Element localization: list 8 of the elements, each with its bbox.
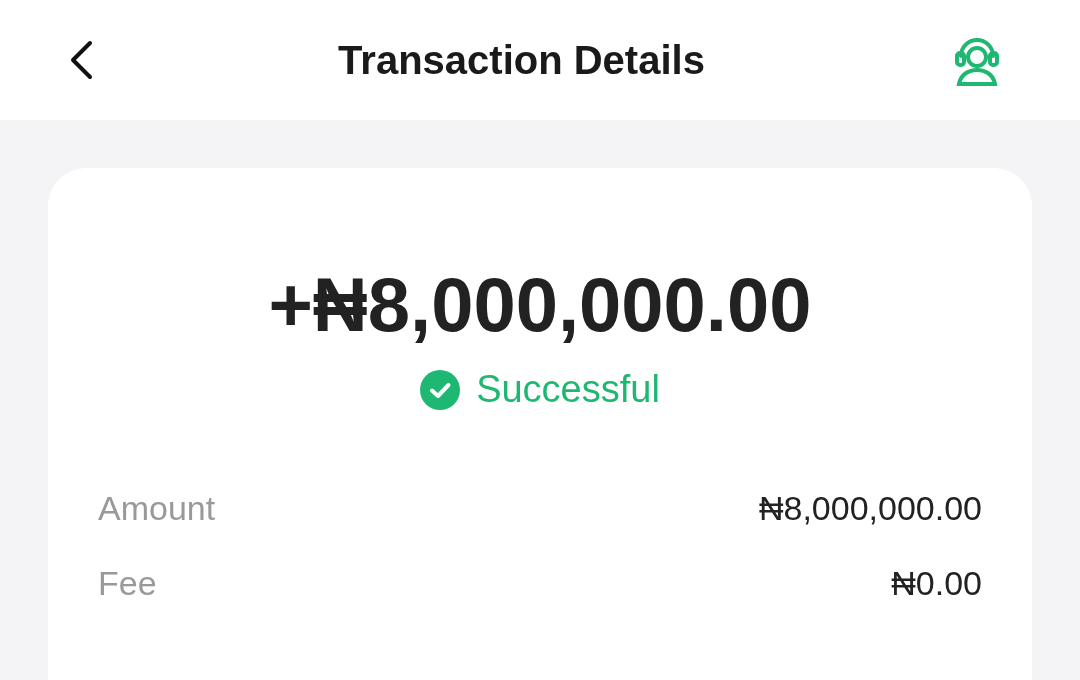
- detail-value: ₦8,000,000.00: [758, 489, 982, 528]
- page-title: Transaction Details: [338, 37, 705, 83]
- detail-value: ₦0.00: [891, 564, 982, 603]
- detail-label: Amount: [98, 489, 216, 528]
- detail-label: Fee: [98, 564, 157, 603]
- status-label: Successful: [476, 368, 660, 411]
- back-icon[interactable]: [68, 40, 94, 80]
- transaction-amount: +₦8,000,000.00: [267, 261, 813, 349]
